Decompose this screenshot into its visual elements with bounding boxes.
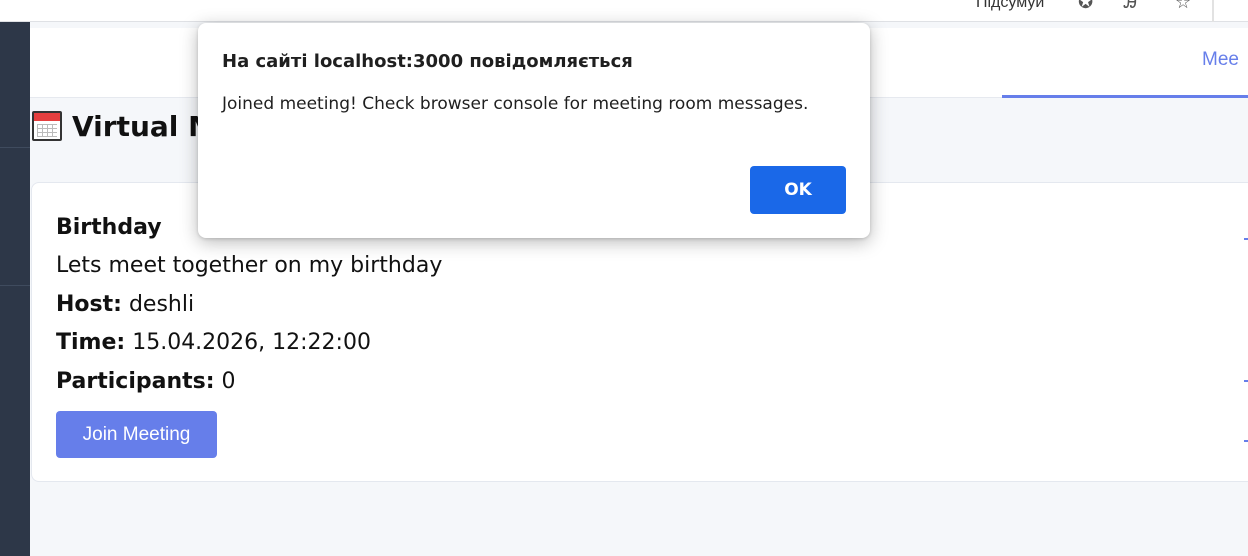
alert-dialog: На сайті localhost:3000 повідомляється J… — [198, 23, 870, 238]
meeting-host: Host: deshli — [56, 292, 194, 317]
scroll-marker — [1244, 380, 1248, 382]
time-value: 15.04.2026, 12:22:00 — [132, 330, 371, 355]
host-value: deshli — [128, 292, 195, 317]
sidebar — [0, 22, 30, 556]
sidebar-divider — [0, 285, 30, 286]
page-title: Virtual M — [72, 109, 217, 143]
tab-meetings-label: Mee — [1202, 49, 1239, 70]
scroll-marker — [1244, 238, 1248, 240]
meeting-name: Birthday — [56, 215, 162, 240]
calendar-icon — [32, 111, 62, 141]
meeting-time: Time: 15.04.2026, 12:22:00 — [56, 330, 371, 355]
copilot-icon[interactable]: ✪ — [1078, 0, 1093, 13]
meeting-participants: Participants: 0 — [56, 369, 236, 394]
page-heading: Virtual M — [32, 106, 216, 146]
dialog-message: Joined meeting! Check browser console fo… — [222, 94, 809, 114]
scroll-marker — [1244, 440, 1248, 442]
favorite-star-icon[interactable]: ☆ — [1175, 0, 1191, 13]
tab-meetings[interactable]: Mee — [1002, 28, 1248, 98]
ok-button[interactable]: OK — [750, 166, 846, 214]
reader-icon[interactable]: Ꭿ — [1124, 0, 1137, 13]
dialog-title: На сайті localhost:3000 повідомляється — [222, 51, 633, 72]
join-meeting-button[interactable]: Join Meeting — [56, 411, 217, 458]
summarize-button[interactable]: Підсумуй — [976, 0, 1044, 12]
host-label: Host: — [56, 292, 122, 317]
sidebar-divider — [0, 147, 30, 148]
toolbar-divider — [1212, 0, 1214, 22]
browser-toolbar: Підсумуй ✪ Ꭿ ☆ — [0, 0, 1248, 22]
participants-label: Participants: — [56, 369, 215, 394]
meeting-description: Lets meet together on my birthday — [56, 253, 443, 278]
time-label: Time: — [56, 330, 126, 355]
participants-value: 0 — [221, 369, 236, 394]
